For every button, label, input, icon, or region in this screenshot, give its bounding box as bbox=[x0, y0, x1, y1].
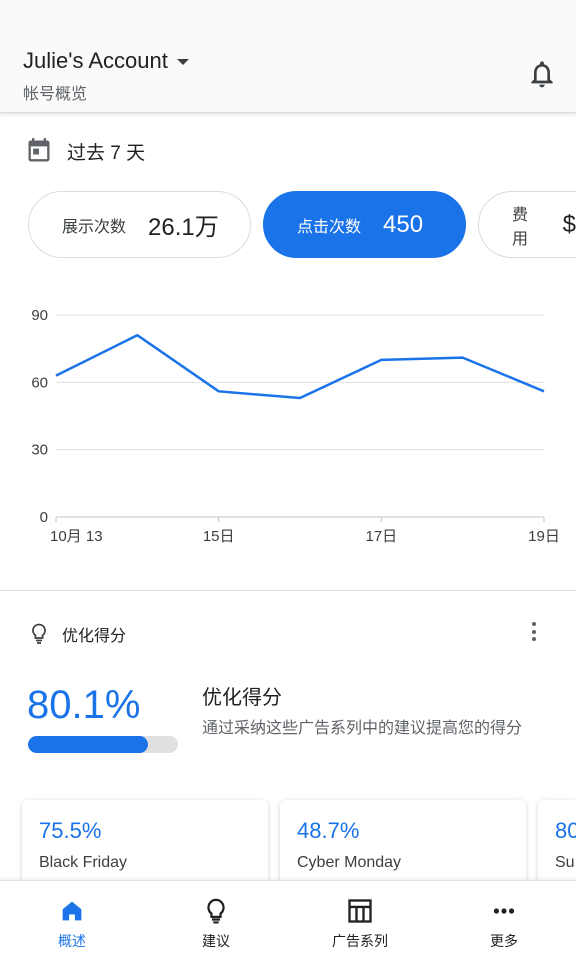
nav-label: 更多 bbox=[490, 933, 518, 949]
optimization-score: 80.1% bbox=[27, 683, 141, 727]
y-tick-label: 90 bbox=[31, 307, 48, 324]
metric-chip-cost[interactable]: 费用 $ bbox=[478, 191, 576, 258]
bottom-navigation: 概述 建议 广告系列 更多 bbox=[0, 880, 576, 960]
y-tick-label: 30 bbox=[31, 442, 48, 459]
nav-item-overview[interactable]: 概述 bbox=[0, 881, 144, 960]
more-options-icon[interactable] bbox=[526, 622, 542, 646]
page-subtitle: 帐号概览 bbox=[23, 86, 88, 103]
caret-down-icon bbox=[176, 59, 189, 65]
section-divider bbox=[0, 590, 576, 591]
table-icon bbox=[348, 899, 372, 923]
nav-label: 建议 bbox=[202, 933, 230, 949]
optimization-progress-fill bbox=[28, 736, 149, 753]
campaign-name: Su bbox=[555, 854, 575, 871]
campaign-name: Black Friday bbox=[39, 854, 128, 871]
app-header: Julie's Account 帐号概览 bbox=[0, 0, 576, 113]
metric-label: 费用 bbox=[512, 206, 529, 248]
account-switcher[interactable]: Julie's Account bbox=[23, 48, 189, 74]
nav-label: 概述 bbox=[58, 933, 86, 949]
clicks-line-chart: 0 30 60 90 10月 13 15日 17日 19日 bbox=[31, 307, 560, 545]
nav-item-more[interactable]: 更多 bbox=[432, 881, 576, 960]
metric-value: $ bbox=[562, 210, 576, 238]
nav-item-recommendations[interactable]: 建议 bbox=[144, 881, 288, 960]
x-tick-label: 15日 bbox=[203, 528, 235, 545]
metric-chip-clicks[interactable]: 点击次数 450 bbox=[263, 191, 466, 258]
more-horizontal-icon bbox=[493, 908, 515, 914]
date-range-selector[interactable]: 过去 7 天 bbox=[25, 136, 145, 166]
nav-item-campaigns[interactable]: 广告系列 bbox=[288, 881, 432, 960]
account-name: Julie's Account bbox=[23, 48, 168, 73]
lightbulb-icon bbox=[207, 898, 225, 924]
x-tick-label: 19日 bbox=[528, 528, 560, 545]
y-tick-label: 0 bbox=[40, 509, 48, 526]
optimization-title: 优化得分 bbox=[202, 687, 282, 709]
optimization-description: 通过采纳这些广告系列中的建议提高您的得分 bbox=[202, 720, 523, 737]
series-line bbox=[55, 333, 545, 400]
campaign-name: Cyber Monday bbox=[297, 854, 402, 871]
metric-chip-impressions[interactable]: 展示次数 26.1万 bbox=[28, 191, 251, 258]
nav-label: 广告系列 bbox=[332, 933, 388, 949]
campaign-score: 80 bbox=[555, 818, 576, 843]
campaign-score: 48.7% bbox=[297, 818, 360, 843]
optimization-header-label: 优化得分 bbox=[62, 628, 127, 645]
y-tick-label: 60 bbox=[31, 374, 48, 391]
calendar-icon bbox=[28, 138, 50, 162]
metric-label: 展示次数 bbox=[62, 218, 127, 236]
optimization-header: 优化得分 bbox=[30, 622, 126, 646]
lightbulb-icon bbox=[32, 623, 46, 644]
date-range-label: 过去 7 天 bbox=[67, 142, 146, 164]
home-icon bbox=[62, 901, 82, 921]
optimization-progress-bar bbox=[28, 736, 178, 753]
metric-value: 450 bbox=[383, 210, 424, 238]
x-tick-label: 17日 bbox=[365, 528, 397, 545]
metric-label: 点击次数 bbox=[297, 218, 362, 236]
campaign-score: 75.5% bbox=[39, 818, 102, 843]
metric-value: 26.1万 bbox=[148, 214, 219, 241]
notification-bell-icon[interactable] bbox=[526, 58, 558, 90]
x-tick-label: 10月 13 bbox=[50, 528, 103, 545]
